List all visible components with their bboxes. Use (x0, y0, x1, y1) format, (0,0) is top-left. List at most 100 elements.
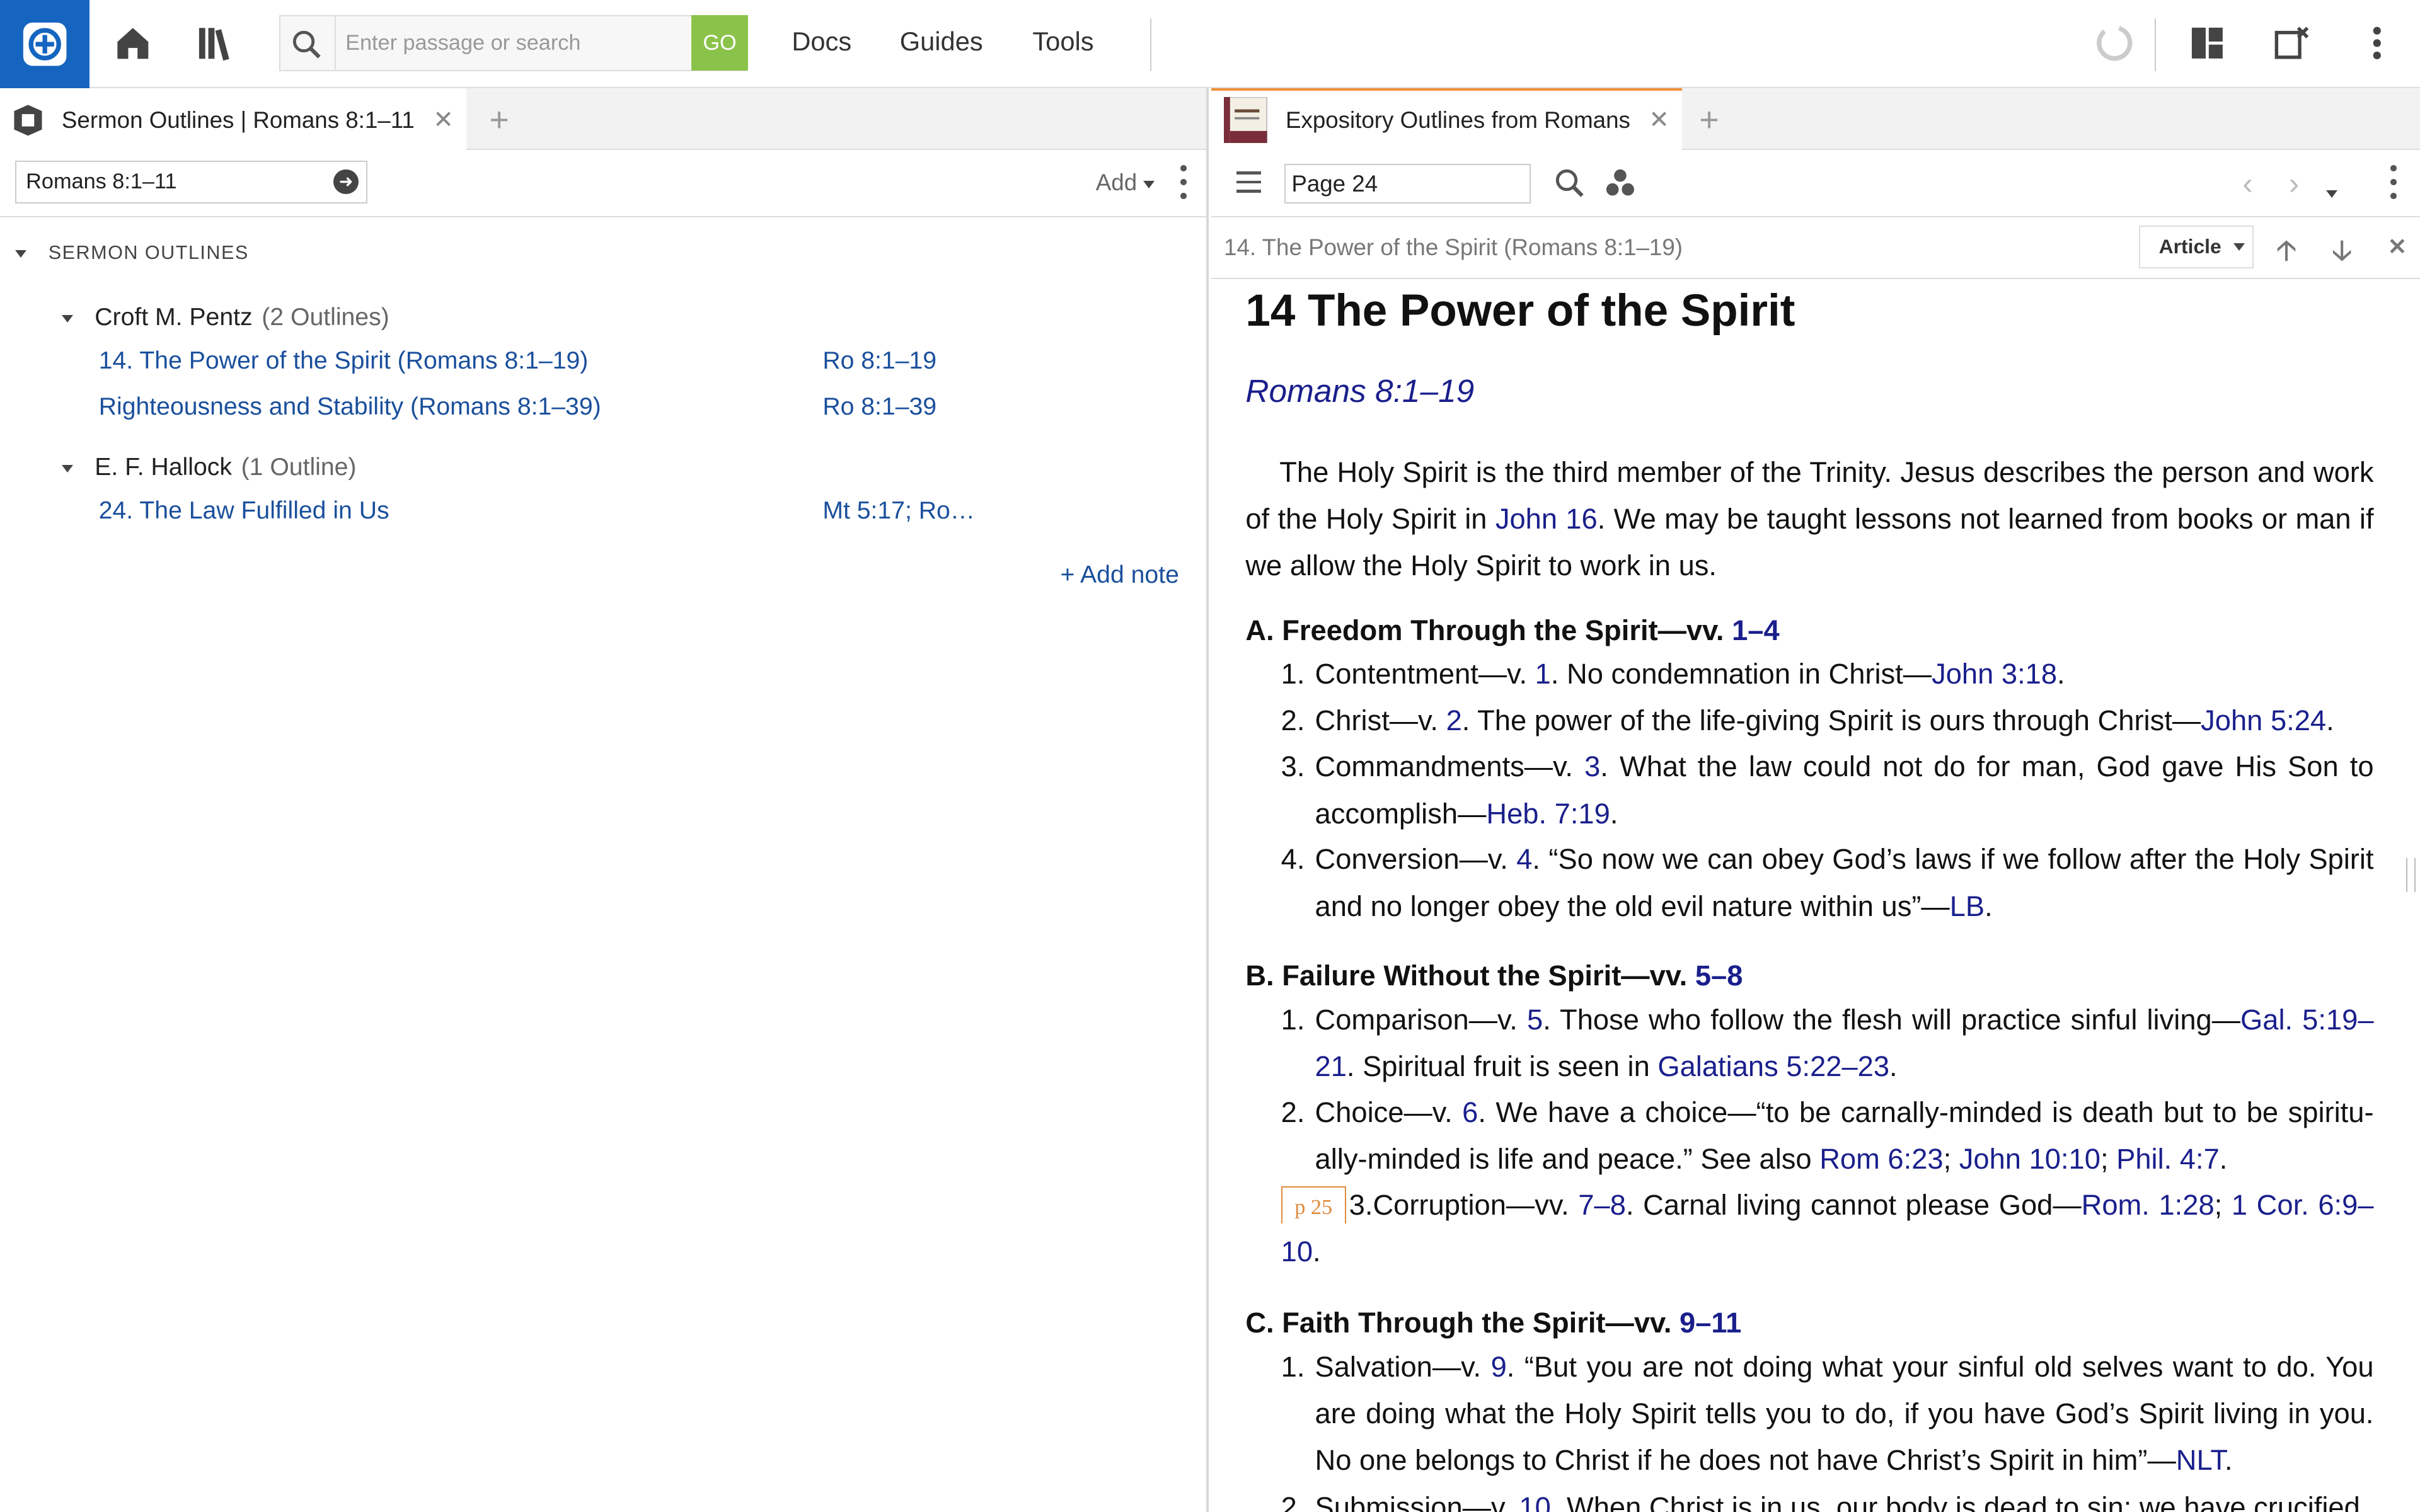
intro-paragraph: The Holy Spirit is the third member of t… (1245, 455, 2374, 582)
verse-link[interactable]: 7–8 (1578, 1189, 1626, 1221)
visual-filter-icon[interactable] (1603, 166, 1637, 200)
next-article-icon[interactable]: 🡣 (2332, 230, 2352, 277)
verse-link[interactable]: 1 (1535, 658, 1551, 690)
tab-label: Sermon Outlines | Romans 8:1–11 (61, 106, 415, 133)
app-logo-button[interactable] (0, 0, 90, 88)
forward-arrow-icon[interactable]: › (2289, 166, 2299, 202)
back-arrow-icon[interactable]: ‹ (2242, 166, 2252, 202)
scripture-link[interactable]: Galatians 5:22–23 (1657, 1050, 1889, 1082)
scripture-link[interactable]: John 10:10 (1959, 1143, 2100, 1175)
outline-ref-link[interactable]: Mt 5:17; Ro… (822, 497, 975, 525)
collapse-icon[interactable] (61, 464, 73, 472)
scripture-link[interactable]: Phil. 4:7 (2116, 1143, 2220, 1175)
version-link[interactable]: LB (1950, 890, 1985, 922)
page-input[interactable]: Page 24 (1284, 163, 1531, 204)
article-label: Article (2158, 235, 2221, 258)
verse-link[interactable]: 5 (1527, 1004, 1543, 1036)
list-item: 3. Commandments—v. 3. What the law could … (1281, 750, 2374, 830)
go-button[interactable]: GO (691, 15, 749, 71)
reference-input[interactable]: Romans 8:1–11 ➜ (15, 160, 367, 204)
verse-link[interactable]: 6 (1462, 1096, 1478, 1128)
tab-expository-outlines[interactable]: Expository Outlines from Romans ✕ (1211, 88, 1682, 150)
toolbar-divider (1150, 18, 1151, 71)
history-dropdown-icon[interactable] (2325, 179, 2337, 207)
scrollbar-handle[interactable] (2406, 857, 2416, 892)
verse-link[interactable]: 10 (1519, 1491, 1550, 1512)
scripture-link[interactable]: John 16 (1495, 503, 1598, 535)
article-dropdown[interactable]: Article (2139, 225, 2254, 269)
scripture-link[interactable]: Rom 6:23 (1819, 1143, 1943, 1175)
toolbar-divider-right (2154, 18, 2157, 71)
author-row[interactable]: Croft M. Pentz (2 Outlines) (61, 304, 389, 331)
nav-guides[interactable]: Guides (900, 26, 983, 57)
left-tab-strip: Sermon Outlines | Romans 8:1–11 ✕ + (0, 88, 1206, 150)
author-name: Croft M. Pentz (95, 304, 253, 331)
version-link[interactable]: NLT (2176, 1444, 2225, 1476)
nav-tools[interactable]: Tools (1032, 26, 1093, 57)
verse-link[interactable]: 5–8 (1695, 959, 1743, 992)
list-item: 2. Choice—v. 6. We have a choice—“to be c… (1281, 1096, 2374, 1176)
search-icon[interactable] (1553, 166, 1587, 200)
book-cover-icon (1224, 96, 1267, 144)
verse-link[interactable]: 1–4 (1732, 614, 1780, 646)
list-item: p 25 3.Corruption—vv. 7–8. Carnal living … (1281, 1182, 2374, 1275)
toc-menu-icon[interactable] (1236, 171, 1261, 193)
section-heading-a: A. Freedom Through the Spirit—vv. 1–4 (1245, 614, 1780, 646)
panel-menu-icon[interactable] (2389, 165, 2399, 199)
outline-ref-link[interactable]: Ro 8:1–19 (822, 347, 936, 375)
chevron-down-icon (1143, 180, 1155, 188)
scripture-link[interactable]: Heb. 7:19 (1486, 798, 1610, 830)
previous-article-icon[interactable]: 🡡 (2276, 230, 2296, 277)
section-header-sermon-outlines[interactable]: SERMON OUTLINES (15, 242, 248, 264)
verse-link[interactable]: 9–11 (1680, 1307, 1741, 1339)
left-toolbar: Romans 8:1–11 ➜ Add (0, 149, 1206, 218)
outline-ref-link[interactable]: Ro 8:1–39 (822, 393, 936, 421)
passage-search-box[interactable]: GO (279, 15, 749, 71)
outline-link[interactable]: 14. The Power of the Spirit (Romans 8:1–… (99, 347, 589, 375)
go-arrow-icon[interactable]: ➜ (333, 169, 359, 195)
author-name: E. F. Hallock (95, 453, 232, 481)
close-panels-icon[interactable] (2269, 20, 2315, 66)
layouts-icon[interactable] (2184, 20, 2230, 66)
sync-icon[interactable] (2091, 20, 2137, 66)
scripture-link[interactable]: John 5:24 (2201, 704, 2326, 736)
list-item: 1. Comparison—v. 5. Those who follow the … (1281, 1004, 2374, 1083)
section-heading-c: C. Faith Through the Spirit—vv. 9–11 (1245, 1307, 1742, 1339)
author-row[interactable]: E. F. Hallock (1 Outline) (61, 453, 356, 481)
search-input[interactable] (345, 23, 685, 63)
list-item: 2. Christ—v. 2. The power of the life-giv… (1281, 704, 2334, 736)
close-tab-icon[interactable]: ✕ (433, 106, 454, 134)
list-item: 1. Salvation—v. 9. “But you are not doing… (1281, 1351, 2374, 1477)
panel-menu-icon[interactable] (1179, 165, 1189, 199)
library-icon[interactable] (195, 20, 241, 66)
scripture-reference-link[interactable]: Romans 8:1–19 (1245, 372, 1474, 410)
add-dropdown[interactable]: Add (1096, 169, 1155, 196)
book-reader-panel: Expository Outlines from Romans ✕ + Page… (1211, 88, 2420, 1512)
close-info-bar-icon[interactable]: ✕ (2388, 233, 2407, 260)
verse-link[interactable]: 2 (1446, 704, 1462, 736)
more-menu-icon[interactable] (2354, 20, 2400, 66)
outline-count: (2 Outlines) (262, 304, 389, 331)
logos-logo-icon (23, 22, 67, 66)
tab-sermon-outlines[interactable]: Sermon Outlines | Romans 8:1–11 ✕ (0, 88, 466, 150)
list-item: 4. Conversion—v. 4. “So now we can obey G… (1281, 843, 2374, 922)
outline-link[interactable]: 24. The Law Fulfilled in Us (99, 497, 389, 525)
add-tab-icon[interactable]: + (1699, 100, 1719, 139)
outline-link[interactable]: Righteousness and Stability (Romans 8:1–… (99, 393, 601, 421)
section-heading-b: B. Failure Without the Spirit—vv. 5–8 (1245, 959, 1743, 992)
verse-link[interactable]: 3 (1584, 750, 1600, 782)
nav-docs[interactable]: Docs (792, 26, 851, 57)
scripture-link[interactable]: Rom. 1:28 (2082, 1189, 2215, 1221)
home-icon[interactable] (110, 20, 156, 66)
collapse-icon[interactable] (15, 250, 27, 258)
breadcrumb: 14. The Power of the Spirit (Romans 8:1–… (1224, 234, 1683, 261)
add-note-button[interactable]: + Add note (1060, 561, 1178, 589)
verse-link[interactable]: 9 (1491, 1351, 1507, 1383)
collapse-icon[interactable] (61, 315, 73, 323)
top-toolbar: GO Docs Guides Tools (0, 0, 2420, 88)
add-tab-icon[interactable]: + (489, 100, 509, 139)
scripture-link[interactable]: John 3:18 (1932, 658, 2057, 690)
close-tab-icon[interactable]: ✕ (1649, 106, 1669, 134)
page-marker: p 25 (1281, 1186, 1346, 1224)
verse-link[interactable]: 4 (1516, 843, 1532, 875)
